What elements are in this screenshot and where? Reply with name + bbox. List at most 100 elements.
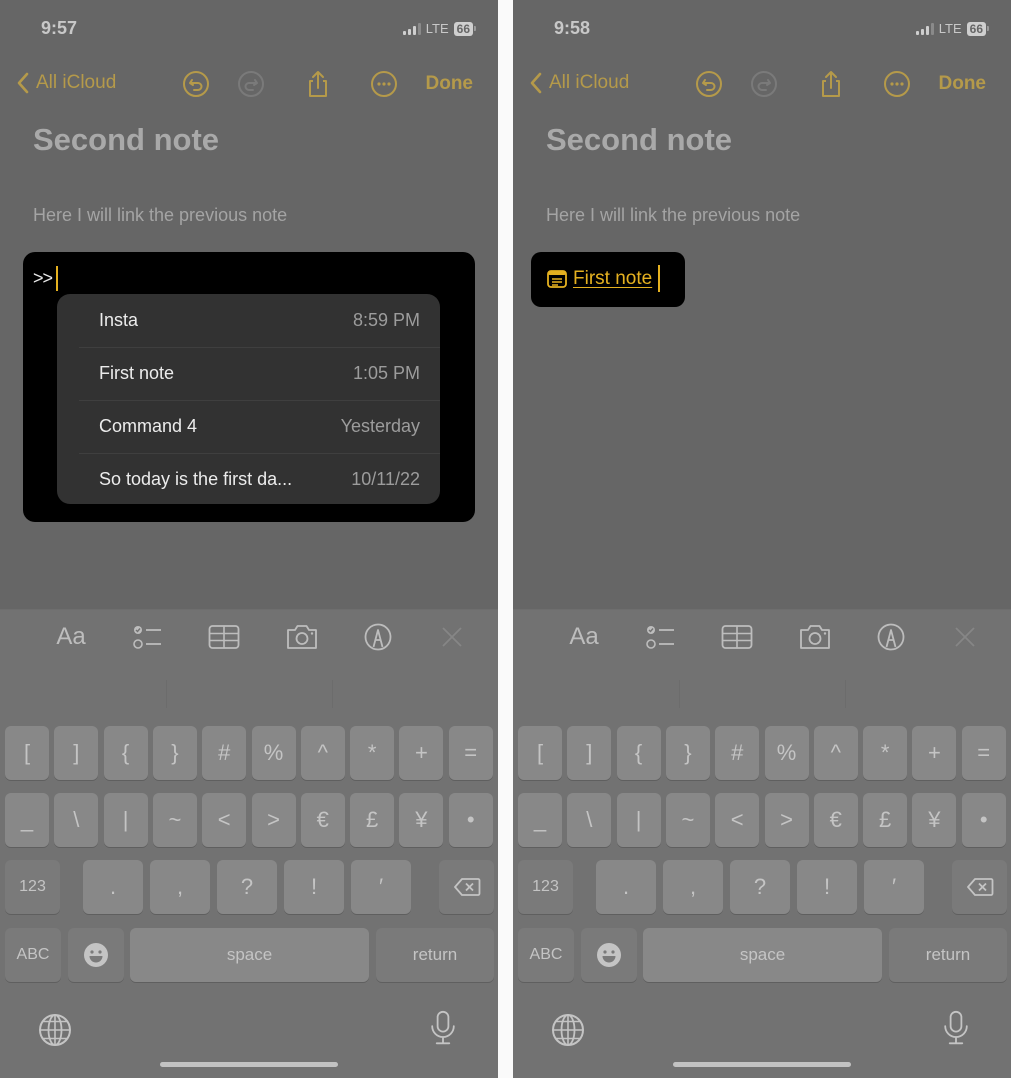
delete-key[interactable] xyxy=(439,860,494,914)
key[interactable]: { xyxy=(616,726,661,780)
key[interactable]: £ xyxy=(350,793,395,847)
letters-mode-key[interactable]: ABC xyxy=(5,928,61,982)
done-button[interactable]: Done xyxy=(426,73,474,95)
microphone-icon[interactable] xyxy=(938,1010,974,1046)
key[interactable]: ? xyxy=(730,860,790,914)
key[interactable]: + xyxy=(912,726,957,780)
numbers-mode-key[interactable]: 123 xyxy=(518,860,573,914)
key[interactable]: • xyxy=(448,793,493,847)
key[interactable]: ′ xyxy=(351,860,411,914)
key[interactable]: < xyxy=(715,793,760,847)
key[interactable]: • xyxy=(961,793,1006,847)
undo-icon[interactable] xyxy=(181,69,211,99)
key[interactable]: = xyxy=(448,726,493,780)
share-icon[interactable] xyxy=(816,69,846,99)
redo-icon[interactable] xyxy=(749,69,779,99)
key[interactable]: | xyxy=(103,793,148,847)
more-icon[interactable] xyxy=(882,69,912,99)
key[interactable]: ] xyxy=(567,726,612,780)
undo-icon[interactable] xyxy=(694,69,724,99)
back-button[interactable]: All iCloud xyxy=(16,72,116,94)
key[interactable]: % xyxy=(764,726,809,780)
close-toolbar-button[interactable] xyxy=(947,620,983,654)
key[interactable]: # xyxy=(202,726,247,780)
key[interactable]: , xyxy=(663,860,723,914)
key[interactable]: , xyxy=(150,860,210,914)
markup-button[interactable] xyxy=(360,620,396,654)
table-button[interactable] xyxy=(206,620,242,654)
key[interactable]: ^ xyxy=(813,726,858,780)
checklist-button[interactable] xyxy=(643,620,679,654)
link-suggestion-item[interactable]: First note 1:05 PM xyxy=(57,347,440,400)
key[interactable]: ¥ xyxy=(912,793,957,847)
key[interactable]: } xyxy=(665,726,710,780)
note-body-text[interactable]: Here I will link the previous note xyxy=(546,205,800,226)
key[interactable]: % xyxy=(251,726,296,780)
key[interactable]: ! xyxy=(797,860,857,914)
key[interactable]: € xyxy=(813,793,858,847)
key[interactable]: ′ xyxy=(864,860,924,914)
link-suggestion-item[interactable]: So today is the first da... 10/11/22 xyxy=(57,453,440,504)
note-link[interactable]: First note xyxy=(531,252,685,307)
key[interactable]: ^ xyxy=(300,726,345,780)
key[interactable]: ? xyxy=(217,860,277,914)
key[interactable]: = xyxy=(961,726,1006,780)
note-title[interactable]: Second note xyxy=(546,122,732,158)
camera-button[interactable] xyxy=(797,620,833,654)
back-button[interactable]: All iCloud xyxy=(529,72,629,94)
key[interactable]: * xyxy=(350,726,395,780)
redo-icon[interactable] xyxy=(236,69,266,99)
key[interactable]: * xyxy=(863,726,908,780)
key[interactable]: } xyxy=(152,726,197,780)
key[interactable]: ! xyxy=(284,860,344,914)
key[interactable]: # xyxy=(715,726,760,780)
key[interactable]: [ xyxy=(518,726,562,780)
close-toolbar-button[interactable] xyxy=(434,620,470,654)
key[interactable]: . xyxy=(83,860,143,914)
key[interactable]: \ xyxy=(54,793,99,847)
done-button[interactable]: Done xyxy=(939,73,987,95)
link-suggestion-item[interactable]: Command 4 Yesterday xyxy=(57,400,440,453)
markup-button[interactable] xyxy=(873,620,909,654)
space-key[interactable]: space xyxy=(130,928,369,982)
key[interactable]: < xyxy=(202,793,247,847)
key[interactable]: > xyxy=(764,793,809,847)
note-body-text[interactable]: Here I will link the previous note xyxy=(33,205,287,226)
note-title[interactable]: Second note xyxy=(33,122,219,158)
delete-key[interactable] xyxy=(952,860,1007,914)
key[interactable]: _ xyxy=(518,793,562,847)
key[interactable]: + xyxy=(399,726,444,780)
key[interactable]: € xyxy=(300,793,345,847)
globe-icon[interactable] xyxy=(37,1012,73,1048)
emoji-key[interactable] xyxy=(581,928,637,982)
key[interactable]: ] xyxy=(54,726,99,780)
key[interactable]: _ xyxy=(5,793,49,847)
link-suggestion-item[interactable]: Insta 8:59 PM xyxy=(57,294,440,347)
checklist-button[interactable] xyxy=(130,620,166,654)
microphone-icon[interactable] xyxy=(425,1010,461,1046)
letters-mode-key[interactable]: ABC xyxy=(518,928,574,982)
return-key[interactable]: return xyxy=(376,928,494,982)
key[interactable]: £ xyxy=(863,793,908,847)
camera-button[interactable] xyxy=(284,620,320,654)
key[interactable]: ¥ xyxy=(399,793,444,847)
key[interactable]: | xyxy=(616,793,661,847)
text-format-button[interactable]: Aa xyxy=(53,620,89,654)
table-button[interactable] xyxy=(719,620,755,654)
key[interactable]: > xyxy=(251,793,296,847)
key[interactable]: [ xyxy=(5,726,49,780)
key[interactable]: . xyxy=(596,860,656,914)
text-format-button[interactable]: Aa xyxy=(566,620,602,654)
space-key[interactable]: space xyxy=(643,928,882,982)
return-key[interactable]: return xyxy=(889,928,1007,982)
key[interactable]: ~ xyxy=(665,793,710,847)
key[interactable]: ~ xyxy=(152,793,197,847)
more-icon[interactable] xyxy=(369,69,399,99)
emoji-key[interactable] xyxy=(68,928,124,982)
share-icon[interactable] xyxy=(303,69,333,99)
globe-icon[interactable] xyxy=(550,1012,586,1048)
link-insert-area[interactable]: >> Insta 8:59 PM First note 1:05 PM Command 4… xyxy=(23,252,475,522)
numbers-mode-key[interactable]: 123 xyxy=(5,860,60,914)
key[interactable]: { xyxy=(103,726,148,780)
key[interactable]: \ xyxy=(567,793,612,847)
